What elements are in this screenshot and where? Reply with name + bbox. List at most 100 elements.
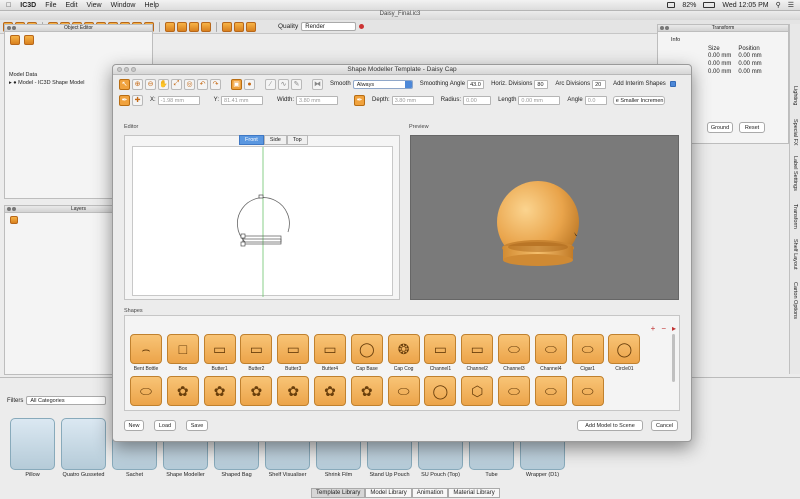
shape-tile[interactable]: ❂ Cap Cog <box>387 334 420 372</box>
shape-tile[interactable]: ▭ Channel1 <box>424 334 457 372</box>
shape-tile[interactable]: ⬭ <box>498 376 530 406</box>
shape-tile[interactable]: ◯ <box>424 376 457 406</box>
shape-tile[interactable]: ✿ <box>350 376 383 406</box>
shape-thumbnail[interactable]: ⬡ <box>461 376 494 406</box>
cancel-button[interactable]: Cancel <box>651 420 678 431</box>
zoom-icon[interactable] <box>131 67 136 72</box>
minimize-icon[interactable] <box>12 26 16 30</box>
shape-thumbnail[interactable]: ◯ <box>350 334 383 364</box>
layer-icon[interactable] <box>10 216 18 224</box>
menu-view[interactable]: View <box>87 2 102 9</box>
smoothing-angle-field[interactable]: 43.0 <box>467 79 485 89</box>
shape-thumbnail[interactable]: ✿ <box>350 376 383 406</box>
shape-thumbnail[interactable]: ⬭ <box>498 376 530 406</box>
shapes-scrollbar[interactable] <box>672 334 675 382</box>
shape-tile[interactable]: ⬭ Channel4 <box>534 334 567 372</box>
shape-thumbnail[interactable]: ⬭ <box>534 334 567 364</box>
add-interim-checkbox[interactable] <box>669 81 676 87</box>
minimize-icon[interactable] <box>12 207 16 211</box>
remove-shape-icon[interactable]: − <box>661 324 666 333</box>
wifi-icon[interactable] <box>667 2 676 8</box>
tab-side[interactable]: Side <box>263 135 287 145</box>
close-icon[interactable] <box>7 26 11 30</box>
editor-canvas[interactable] <box>132 146 394 297</box>
template-thumbnail[interactable]: Pillow <box>10 418 55 478</box>
shape-tile[interactable]: ◯ Circle01 <box>608 334 641 372</box>
profile-drawing[interactable] <box>133 147 394 297</box>
depth-field[interactable]: 3.80 mm <box>391 95 434 105</box>
shape-tile[interactable]: ✿ <box>314 376 346 406</box>
shape-thumbnail[interactable]: ✿ <box>277 376 310 406</box>
shape-thumbnail[interactable]: ❂ <box>387 334 420 364</box>
shape-thumbnail[interactable]: ✿ <box>240 376 273 406</box>
tab-front[interactable]: Front <box>239 135 264 145</box>
shape-tile[interactable]: ▭ Butter2 <box>240 334 273 372</box>
shape-tile[interactable]: ⌢ Bent Bottle <box>130 334 162 372</box>
minimize-icon[interactable] <box>665 26 669 30</box>
shape-tile[interactable]: ◯ Cap Base <box>350 334 383 372</box>
app-menu[interactable]: IC3D <box>20 2 36 9</box>
shape-tile[interactable]: ▭ Butter3 <box>277 334 310 372</box>
tab-special-fx[interactable]: Special FX <box>792 119 798 146</box>
smooth-select[interactable]: Always <box>352 79 413 89</box>
shape-thumbnail[interactable]: ▭ <box>461 334 494 364</box>
add-model-to-scene-button[interactable]: Add Model to Scene <box>577 420 643 431</box>
tab-top[interactable]: Top <box>286 135 308 145</box>
depth-link-icon[interactable]: ✒ <box>354 94 366 106</box>
menu-list-icon[interactable]: ☰ <box>788 1 794 9</box>
shape-thumbnail[interactable]: □ <box>166 334 199 364</box>
zoom-out-icon[interactable]: ⊖ <box>145 78 156 90</box>
edit-path-icon[interactable]: ✒ <box>119 94 130 106</box>
shape-thumbnail[interactable]: ✿ <box>166 376 199 406</box>
shape-thumbnail[interactable]: ▭ <box>424 334 457 364</box>
add-shape-icon[interactable]: + <box>651 324 656 333</box>
shape-tile[interactable]: ⬭ <box>571 376 604 406</box>
template-thumbnail[interactable]: Quatro Gusseted <box>61 418 106 478</box>
shape-tile[interactable]: ✿ <box>166 376 199 406</box>
menu-edit[interactable]: Edit <box>65 2 77 9</box>
reset-button[interactable]: Reset <box>739 122 765 133</box>
curve-tool-icon[interactable]: ∿ <box>278 78 289 90</box>
search-icon[interactable]: ⚲ <box>776 1 781 9</box>
shape-tile[interactable]: ⬭ <box>387 376 420 406</box>
tab-template-library[interactable]: Template Library <box>311 488 366 498</box>
cap-3d-preview[interactable] <box>411 136 680 301</box>
menu-file[interactable]: File <box>45 2 56 9</box>
y-field[interactable]: 81.41 mm <box>221 95 264 105</box>
shape-tile[interactable]: ⬡ <box>461 376 494 406</box>
tab-animation[interactable]: Animation <box>411 488 449 498</box>
pen-tool-icon[interactable]: ✎ <box>291 78 302 90</box>
shape-tile[interactable]: ⬭ <box>130 376 162 406</box>
shape-thumbnail[interactable]: ◯ <box>424 376 457 406</box>
tab-model-library[interactable]: Model Library <box>365 488 412 498</box>
preview-pane[interactable] <box>410 135 679 300</box>
shape-thumbnail[interactable]: ◯ <box>608 334 641 364</box>
control-point[interactable] <box>240 233 246 239</box>
tab-label-settings[interactable]: Label Settings <box>792 156 798 191</box>
shape-tile[interactable]: ▭ Butter4 <box>314 334 346 372</box>
battery-icon[interactable] <box>703 2 716 8</box>
undo-icon[interactable] <box>222 21 232 32</box>
shape-thumbnail[interactable]: ▭ <box>240 334 273 364</box>
shape-tile[interactable]: ⬭ Channel3 <box>498 334 530 372</box>
clock[interactable]: Wed 12:05 PM <box>722 2 768 9</box>
duplicate-icon[interactable] <box>24 35 34 45</box>
redo-icon[interactable] <box>234 21 244 32</box>
zoom-in-icon[interactable]: ⊕ <box>132 78 143 90</box>
control-point[interactable] <box>240 241 246 247</box>
ground-button[interactable]: Ground <box>707 122 733 133</box>
menu-window[interactable]: Window <box>111 2 136 9</box>
record-icon[interactable] <box>359 24 365 29</box>
frame-icon[interactable] <box>177 21 187 32</box>
tab-lighting[interactable]: Lighting <box>792 86 798 105</box>
shape-tile[interactable]: ▭ Channel2 <box>461 334 494 372</box>
center-icon[interactable]: ◎ <box>184 78 195 90</box>
mirror-tool-icon[interactable]: ⧓ <box>312 78 323 90</box>
tab-transform[interactable]: Transform <box>792 204 798 229</box>
image-icon[interactable] <box>189 21 199 32</box>
shape-tile[interactable]: ⬭ <box>534 376 567 406</box>
x-field[interactable]: -1.98 mm <box>157 95 200 105</box>
angle-field[interactable]: 0.0 <box>584 95 607 105</box>
shape-thumbnail[interactable]: ▭ <box>203 334 236 364</box>
save-button[interactable]: Save <box>186 420 208 431</box>
